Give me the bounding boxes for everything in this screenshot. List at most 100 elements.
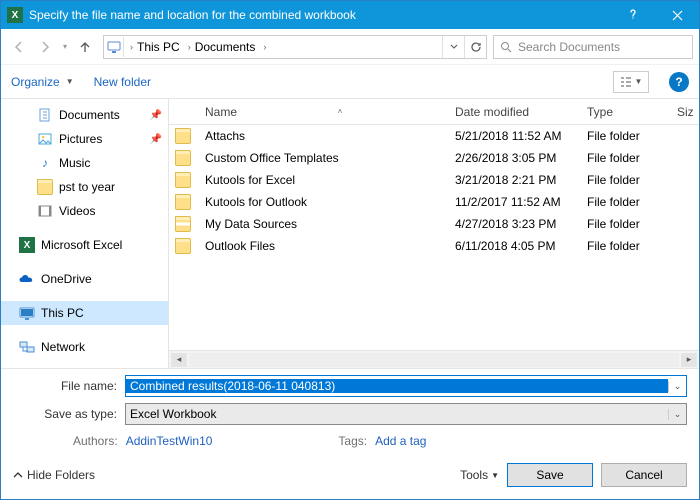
address-bar[interactable]: ›This PC ›Documents› [103, 35, 487, 59]
folder-icon [37, 179, 53, 195]
tree-pst[interactable]: pst to year [1, 175, 168, 199]
authors-value[interactable]: AddinTestWin10 [126, 434, 213, 448]
breadcrumb-thispc[interactable]: ›This PC [126, 40, 184, 54]
pc-icon [19, 305, 35, 321]
file-name: Attachs [197, 129, 447, 143]
file-name: My Data Sources [197, 217, 447, 231]
save-button[interactable]: Save [507, 463, 593, 487]
refresh-button[interactable] [464, 36, 486, 58]
metadata-row: Authors: AddinTestWin10 Tags: Add a tag [13, 431, 687, 451]
chevron-up-icon [13, 470, 23, 480]
hide-folders-toggle[interactable]: Hide Folders [13, 468, 95, 482]
scroll-left-icon[interactable]: ◂ [171, 353, 187, 367]
tree-documents[interactable]: Documents📌 [1, 103, 168, 127]
col-type[interactable]: Type [579, 105, 669, 119]
sort-asc-icon: ˄ [338, 107, 343, 116]
chevron-right-icon: › [188, 42, 191, 52]
organize-menu[interactable]: Organize [11, 75, 60, 89]
col-name[interactable]: Name˄ [197, 105, 447, 119]
saveas-value: Excel Workbook [126, 407, 668, 421]
arrow-up-icon [78, 40, 92, 54]
title-bar: X Specify the file name and location for… [1, 1, 699, 29]
breadcrumb-documents[interactable]: ›Documents› [184, 40, 271, 54]
file-date: 2/26/2018 3:05 PM [447, 151, 579, 165]
col-size[interactable]: Siz [669, 105, 699, 119]
filename-input[interactable]: Combined results(2018-06-11 040813) ⌄ [125, 375, 687, 397]
table-row[interactable]: Kutools for Outlook11/2/2017 11:52 AMFil… [169, 191, 699, 213]
table-row[interactable]: Attachs5/21/2018 11:52 AMFile folder [169, 125, 699, 147]
close-icon [672, 10, 683, 21]
chevron-down-icon[interactable]: ⌄ [668, 409, 686, 420]
details-view-icon [620, 77, 632, 87]
footer: Hide Folders Tools ▼ Save Cancel [1, 455, 699, 499]
tools-menu[interactable]: Tools ▼ [460, 468, 499, 482]
table-row[interactable]: Custom Office Templates2/26/2018 3:05 PM… [169, 147, 699, 169]
tags-value[interactable]: Add a tag [375, 434, 426, 448]
address-history-dropdown[interactable] [442, 36, 464, 58]
search-input[interactable]: Search Documents [493, 35, 693, 59]
scroll-right-icon[interactable]: ▸ [681, 353, 697, 367]
pictures-icon [37, 131, 53, 147]
table-row[interactable]: My Data Sources4/27/2018 3:23 PMFile fol… [169, 213, 699, 235]
file-date: 6/11/2018 4:05 PM [447, 239, 579, 253]
help-button[interactable]: ? [669, 72, 689, 92]
file-type: File folder [579, 239, 669, 253]
music-icon: ♪ [37, 155, 53, 171]
navigation-tree[interactable]: Documents📌 Pictures📌 ♪Music pst to year … [1, 99, 169, 368]
view-mode-selector[interactable]: ▼ [613, 71, 649, 93]
file-date: 11/2/2017 11:52 AM [447, 195, 579, 209]
folder-icon [175, 128, 191, 144]
tree-videos[interactable]: Videos [1, 199, 168, 223]
window-title: Specify the file name and location for t… [29, 8, 611, 22]
file-type: File folder [579, 129, 669, 143]
chevron-right-icon: › [263, 42, 266, 52]
file-list[interactable]: Attachs5/21/2018 11:52 AMFile folderCust… [169, 125, 699, 350]
folder-icon [175, 238, 191, 254]
table-row[interactable]: Outlook Files6/11/2018 4:05 PMFile folde… [169, 235, 699, 257]
forward-button[interactable] [33, 35, 57, 59]
col-date[interactable]: Date modified [447, 105, 579, 119]
table-row[interactable]: Kutools for Excel3/21/2018 2:21 PMFile f… [169, 169, 699, 191]
pc-icon [104, 37, 124, 57]
help-titlebar-button[interactable] [611, 1, 655, 29]
tree-pictures[interactable]: Pictures📌 [1, 127, 168, 151]
save-dialog: X Specify the file name and location for… [0, 0, 700, 500]
tree-thispc[interactable]: This PC [1, 301, 168, 325]
network-icon [19, 339, 35, 355]
file-type: File folder [579, 151, 669, 165]
back-button[interactable] [7, 35, 31, 59]
refresh-icon [470, 41, 482, 53]
arrow-left-icon [12, 40, 26, 54]
file-type: File folder [579, 217, 669, 231]
close-button[interactable] [655, 1, 699, 29]
folder-icon [175, 194, 191, 210]
filename-value: Combined results(2018-06-11 040813) [126, 379, 668, 393]
excel-icon: X [19, 237, 35, 253]
file-date: 3/21/2018 2:21 PM [447, 173, 579, 187]
cancel-button[interactable]: Cancel [601, 463, 687, 487]
recent-locations-dropdown[interactable]: ▾ [59, 42, 71, 51]
tree-network[interactable]: Network [1, 335, 168, 359]
file-name: Outlook Files [197, 239, 447, 253]
tree-music[interactable]: ♪Music [1, 151, 168, 175]
up-button[interactable] [73, 35, 97, 59]
tree-onedrive[interactable]: OneDrive [1, 267, 168, 291]
question-icon: ? [675, 75, 682, 89]
chevron-down-icon: ▼ [635, 77, 643, 86]
file-type: File folder [579, 195, 669, 209]
chevron-right-icon: › [130, 42, 133, 52]
tags-label: Tags: [338, 434, 367, 448]
folder-icon [175, 150, 191, 166]
scroll-track[interactable] [189, 353, 679, 367]
new-folder-button[interactable]: New folder [94, 75, 151, 89]
chevron-down-icon[interactable]: ⌄ [668, 381, 686, 392]
folder-icon [175, 172, 191, 188]
tree-excel[interactable]: XMicrosoft Excel [1, 233, 168, 257]
file-name: Kutools for Excel [197, 173, 447, 187]
toolbar: Organize ▼ New folder ▼ ? [1, 65, 699, 99]
saveas-type-select[interactable]: Excel Workbook ⌄ [125, 403, 687, 425]
file-type: File folder [579, 173, 669, 187]
horizontal-scrollbar[interactable]: ◂ ▸ [169, 350, 699, 368]
search-icon [500, 41, 512, 53]
authors-label: Authors: [73, 434, 118, 448]
